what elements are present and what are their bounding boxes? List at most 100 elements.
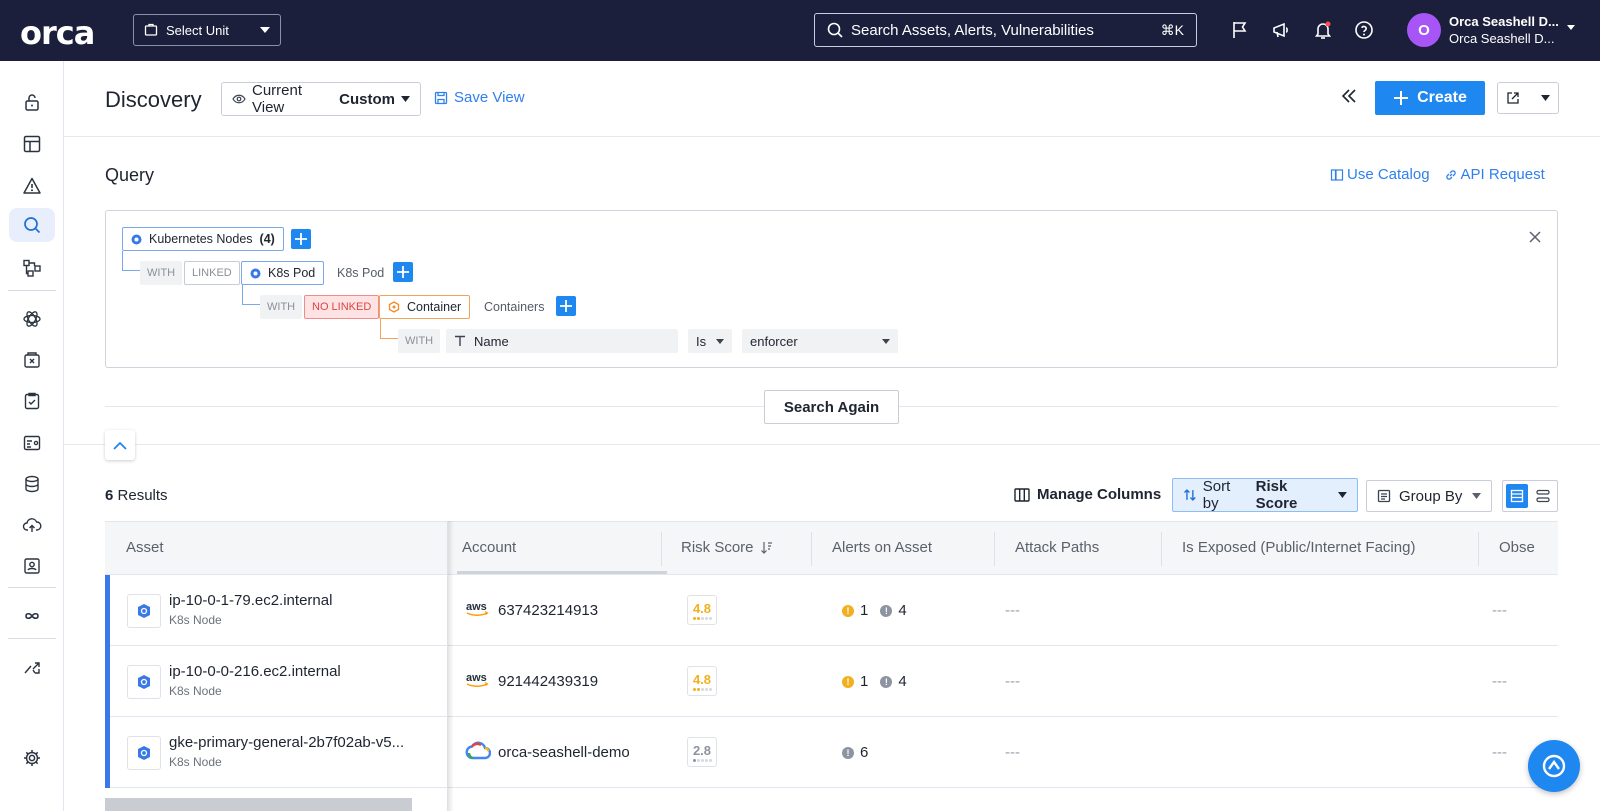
megaphone-icon[interactable] [1271,20,1291,40]
sidebar-item-dashboard[interactable] [9,127,55,161]
add-condition-button[interactable] [291,229,311,249]
sidebar-item-automations[interactable] [9,651,55,685]
sidebar-item-graph[interactable] [9,251,55,285]
sidebar-item-settings[interactable] [9,741,55,775]
kubernetes-icon [131,234,142,244]
chevron-down-icon[interactable] [1567,25,1575,30]
column-header-account[interactable]: Account [462,539,516,556]
api-request-link[interactable]: API Request [1444,166,1545,183]
search-again-button[interactable]: Search Again [764,390,899,424]
sidebar-item-cloud[interactable] [9,508,55,542]
use-catalog-link[interactable]: Use Catalog [1330,166,1430,183]
tree-connector [122,251,142,271]
add-condition-button[interactable] [556,296,576,316]
database-icon [25,475,39,493]
text-type-icon [455,335,465,346]
infinity-icon [25,612,39,620]
container-chip[interactable]: Container [379,295,471,319]
filter-value-select[interactable]: enforcer [742,329,898,353]
sort-by-select[interactable]: Sort by Risk Score [1172,478,1358,512]
chevron-down-icon [401,96,410,102]
alert-count-info: 4 [898,673,907,690]
asset-name-link[interactable]: ip-10-0-0-216.ec2.internal [169,663,341,680]
current-view-select[interactable]: Current View Custom [221,82,421,116]
sidebar-item-lock[interactable] [9,85,55,119]
table-row[interactable]: gke-primary-general-2b7f02ab-v5... K8s N… [105,717,1558,788]
alerts-on-asset[interactable]: ! 6 [842,744,868,761]
risk-score-dots [692,616,712,620]
chevron-down-icon [1541,95,1550,101]
row-accent [105,717,110,788]
relation-tag[interactable]: NO LINKED [304,295,380,319]
collapse-query-button[interactable] [105,430,135,460]
alerts-on-asset[interactable]: ! 1 ! 4 [842,673,907,690]
account-id[interactable]: 921442439319 [498,673,598,690]
create-button[interactable]: Create [1375,81,1485,115]
orca-logo[interactable]: orca [20,14,95,52]
flag-icon[interactable] [1230,20,1250,40]
avatar[interactable]: O [1407,13,1441,47]
column-header-attack-paths[interactable]: Attack Paths [1015,539,1099,556]
column-header-risk-score[interactable]: Risk Score [681,539,773,556]
sidebar-item-identity[interactable] [9,549,55,583]
alert-count-warning: 1 [860,673,869,690]
sidebar-item-data[interactable] [9,467,55,501]
sidebar-item-discovery[interactable] [9,208,55,242]
relation-tag[interactable]: LINKED [184,261,240,285]
sidebar-item-vulnerabilities[interactable] [9,302,55,336]
sidebar-item-iam[interactable] [9,426,55,460]
table-row[interactable]: ip-10-0-0-216.ec2.internal K8s Node aws … [105,646,1558,717]
sidebar-item-malware[interactable] [9,343,55,377]
asset-name-link[interactable]: gke-primary-general-2b7f02ab-v5... [169,734,404,751]
graph-view-button[interactable] [1532,484,1554,508]
close-icon[interactable] [1529,231,1541,243]
query-root-chip[interactable]: Kubernetes Nodes (4) [122,227,284,251]
save-view-button[interactable]: Save View [434,89,525,106]
alerts-on-asset[interactable]: ! 1 ! 4 [842,602,907,619]
account-id[interactable]: 637423214913 [498,602,598,619]
k8s-node-icon [127,594,161,628]
export-button[interactable] [1497,82,1559,114]
user-menu[interactable]: Orca Seashell D... Orca Seashell D... [1449,13,1559,47]
unit-select[interactable]: Select Unit [133,14,281,46]
add-condition-button[interactable] [393,262,413,282]
top-bar: orca Select Unit Search Assets, Alerts, … [0,0,1600,61]
attack-paths-value: --- [1005,673,1020,690]
help-icon[interactable] [1354,20,1374,40]
shuffle-icon [24,662,40,674]
filter-field-select[interactable]: Name [446,329,678,353]
sidebar-item-integrations[interactable] [9,599,55,633]
gear-icon [24,750,40,766]
account-id[interactable]: orca-seashell-demo [498,744,630,761]
horizontal-scrollbar[interactable] [105,798,412,811]
table-header: Asset Account Risk Score Alerts on Asset… [105,521,1558,575]
collapse-panel-button[interactable] [1340,87,1358,105]
column-header-observed[interactable]: Obse [1499,539,1535,556]
risk-score-value: 4.8 [692,600,712,616]
attack-paths-value: --- [1005,602,1020,619]
bell-icon[interactable] [1313,20,1333,40]
column-header-is-exposed[interactable]: Is Exposed (Public/Internet Facing) [1182,539,1415,556]
tree-connector [380,319,400,339]
filter-operator-select[interactable]: Is [688,329,732,353]
global-search-input[interactable]: Search Assets, Alerts, Vulnerabilities ⌘… [814,13,1197,47]
with-tag: WITH [140,261,183,285]
sidebar-divider [8,638,56,639]
column-header-alerts[interactable]: Alerts on Asset [832,539,932,556]
column-header-asset[interactable]: Asset [126,539,164,556]
observed-value: --- [1492,673,1507,690]
frozen-column-divider [447,521,448,811]
sidebar-item-compliance[interactable] [9,384,55,418]
unit-icon [144,23,158,37]
user-org: Orca Seashell D... [1449,31,1555,46]
manage-columns-button[interactable]: Manage Columns [1014,486,1161,503]
table-row[interactable]: ip-10-0-1-79.ec2.internal K8s Node aws 6… [105,575,1558,646]
chat-button[interactable] [1528,740,1580,792]
table-view-button[interactable] [1506,484,1528,508]
page-title: Discovery [105,87,202,112]
sidebar-item-alerts[interactable] [9,169,55,203]
k8s-pod-chip[interactable]: K8s Pod [241,261,325,285]
asset-name-link[interactable]: ip-10-0-1-79.ec2.internal [169,592,332,609]
tree-connector [242,285,262,305]
group-by-select[interactable]: Group By [1366,480,1492,512]
